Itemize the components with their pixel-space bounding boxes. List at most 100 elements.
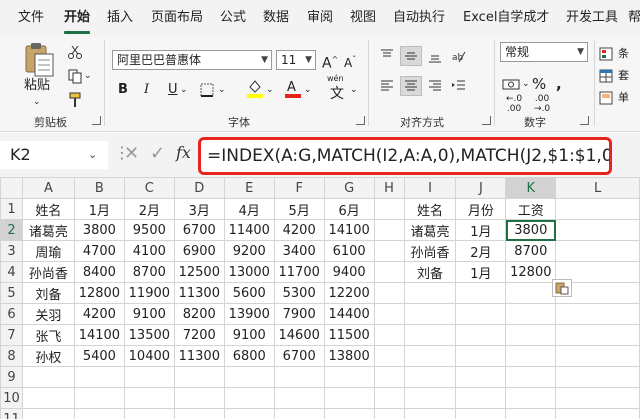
align-top-icon[interactable] [376,46,398,66]
cell-k2[interactable]: 3800 [505,219,557,241]
tab-automate[interactable]: 自动执行 [393,0,445,36]
tab-review[interactable]: 审阅 [307,0,333,36]
tab-data[interactable]: 数据 [263,0,289,36]
cell-i11[interactable] [403,408,457,419]
accounting-dropdown-icon[interactable]: ⌄ [522,74,530,94]
cell-j11[interactable] [455,408,507,419]
tab-view[interactable]: 视图 [350,0,376,36]
cell-l6[interactable] [555,303,640,325]
cell-e2[interactable]: 11400 [223,219,275,241]
cell-g9[interactable] [323,366,375,388]
cell-c1[interactable]: 2月 [123,198,175,220]
align-bottom-icon[interactable] [424,46,446,66]
cell-j10[interactable] [455,387,507,409]
cell-b9[interactable] [73,366,125,388]
cell-j6[interactable] [455,303,507,325]
cell-d4[interactable]: 12500 [173,261,225,283]
cell-f6[interactable]: 7900 [273,303,325,325]
cell-b8[interactable]: 5400 [73,345,125,367]
cell-d3[interactable]: 6900 [173,240,225,262]
comma-style-icon[interactable]: , [556,74,562,94]
accounting-format-icon[interactable] [500,74,522,94]
cell-j3[interactable]: 2月 [455,240,507,262]
column-header-c[interactable]: C [123,177,175,199]
italic-button[interactable]: I [144,80,149,100]
cell-i1[interactable]: 姓名 [403,198,457,220]
cell-a10[interactable] [21,387,75,409]
cell-j5[interactable] [455,282,507,304]
cell-h10[interactable] [373,387,405,409]
cell-e3[interactable]: 9200 [223,240,275,262]
cell-a7[interactable]: 张飞 [21,324,75,346]
cell-f7[interactable]: 14600 [273,324,325,346]
cell-h9[interactable] [373,366,405,388]
row-header[interactable]: 2 [0,219,23,241]
row-header[interactable]: 6 [0,303,23,325]
decrease-font-icon[interactable]: Aˇ [344,50,356,73]
cell-g2[interactable]: 14100 [323,219,375,241]
cell-f4[interactable]: 11700 [273,261,325,283]
cell-i10[interactable] [403,387,457,409]
name-box[interactable]: K2 ⌄ [0,141,108,169]
cell-k11[interactable] [505,408,557,419]
cell-l2[interactable] [555,219,640,241]
cell-g3[interactable]: 6100 [323,240,375,262]
clipboard-launcher-icon[interactable] [92,116,101,125]
cell-l1[interactable] [555,198,640,220]
cell-l7[interactable] [555,324,640,346]
cell-d10[interactable] [173,387,225,409]
phonetic-dropdown-icon[interactable]: ⌄ [350,80,358,100]
font-name-select[interactable]: 阿里巴巴普惠体 ▼ [112,50,272,70]
cell-a8[interactable]: 孙权 [21,345,75,367]
row-header[interactable]: 1 [0,198,23,220]
format-painter-icon[interactable] [64,90,86,110]
tab-help[interactable]: 帮 [628,0,640,36]
row-header[interactable]: 7 [0,324,23,346]
cell-d5[interactable]: 11300 [173,282,225,304]
cell-h2[interactable] [373,219,405,241]
alignment-launcher-icon[interactable] [482,116,491,125]
number-format-select[interactable]: 常规 ▼ [500,42,588,62]
cell-d6[interactable]: 8200 [173,303,225,325]
cell-a3[interactable]: 周瑜 [21,240,75,262]
cell-l8[interactable] [555,345,640,367]
increase-font-icon[interactable]: A^ [322,50,338,74]
font-size-select[interactable]: 11 ▼ [276,50,316,70]
cell-h5[interactable] [373,282,405,304]
cell-a6[interactable]: 关羽 [21,303,75,325]
cell-a1[interactable]: 姓名 [21,198,75,220]
cell-l9[interactable] [555,366,640,388]
cell-h4[interactable] [373,261,405,283]
cell-i8[interactable] [403,345,457,367]
column-header-k[interactable]: K [505,177,557,199]
cell-e1[interactable]: 4月 [223,198,275,220]
column-header-j[interactable]: J [455,177,507,199]
cell-j8[interactable] [455,345,507,367]
column-header-e[interactable]: E [223,177,275,199]
align-right-icon[interactable] [424,76,446,96]
cell-styles-button[interactable]: 单 [618,88,629,108]
cell-styles-icon[interactable] [598,88,614,108]
cell-i7[interactable] [403,324,457,346]
cell-g7[interactable]: 11500 [323,324,375,346]
align-middle-icon[interactable] [400,46,422,66]
cell-f2[interactable]: 4200 [273,219,325,241]
percent-button[interactable]: % [532,74,546,94]
cell-b1[interactable]: 1月 [73,198,125,220]
copy-dropdown-icon[interactable]: ⌄ [84,66,92,86]
cell-f10[interactable] [273,387,325,409]
font-launcher-icon[interactable] [356,116,365,125]
conditional-format-icon[interactable] [598,44,614,64]
cell-a4[interactable]: 孙尚香 [21,261,75,283]
font-color-dropdown-icon[interactable]: ⌄ [304,80,312,100]
cell-e5[interactable]: 5600 [223,282,275,304]
cell-b6[interactable]: 4200 [73,303,125,325]
cell-f8[interactable]: 6700 [273,345,325,367]
cell-k1[interactable]: 工资 [505,198,557,220]
cell-d11[interactable] [173,408,225,419]
copy-icon[interactable] [64,66,86,86]
cell-j7[interactable] [455,324,507,346]
cell-k9[interactable] [505,366,557,388]
cell-d1[interactable]: 3月 [173,198,225,220]
cell-b3[interactable]: 4700 [73,240,125,262]
